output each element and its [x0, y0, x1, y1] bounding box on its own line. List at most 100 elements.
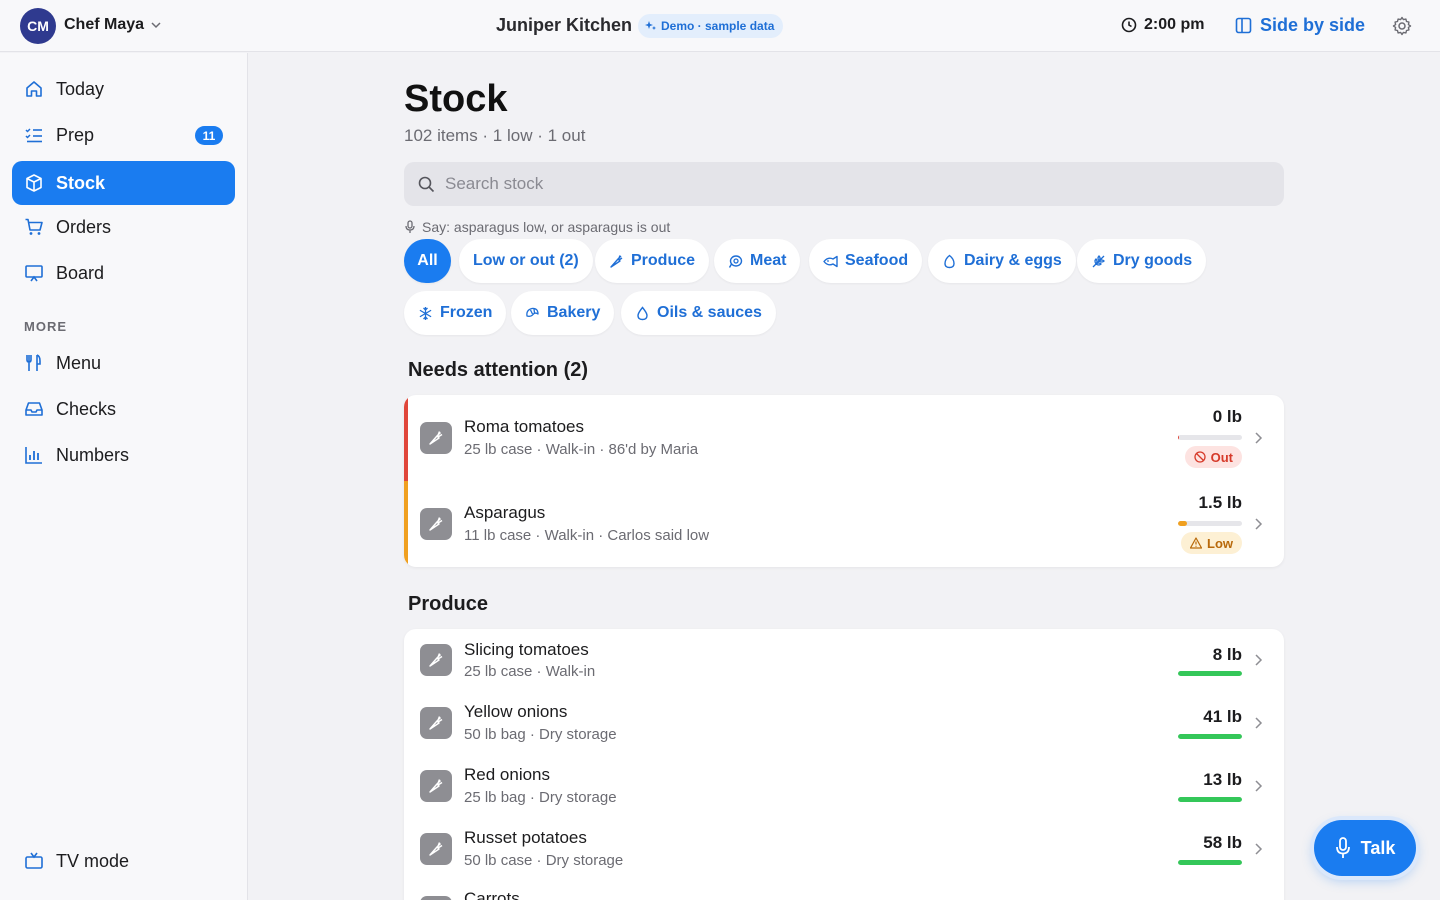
avatar[interactable]: CM [20, 8, 56, 44]
split-view-icon [1235, 17, 1252, 34]
sidebar-item-board[interactable]: Board [12, 251, 235, 295]
sidebar-item-stock[interactable]: Stock [12, 161, 235, 205]
item-meta: 50 lb case · Dry storage [464, 852, 624, 869]
gear-icon[interactable] [1392, 16, 1412, 36]
filter-bakery[interactable]: Bakery [511, 291, 615, 335]
stock-level-bar [1178, 435, 1242, 440]
filter-dry-goods[interactable]: Dry goods [1077, 239, 1207, 283]
filter-meat[interactable]: Meat [714, 239, 801, 283]
user-menu-button[interactable]: Chef Maya [64, 16, 162, 34]
item-name: Yellow onions [464, 702, 568, 721]
stock-level-bar [1178, 671, 1242, 676]
wheat-icon [1092, 254, 1105, 267]
filter-low-or-out[interactable]: Low or out (2) [459, 239, 593, 283]
stock-level-fill [1178, 521, 1187, 526]
meat-icon [728, 254, 743, 268]
chevron-right-icon [1255, 780, 1263, 792]
search-input[interactable] [445, 174, 1245, 194]
stock-row-yellow-onions[interactable]: Yellow onions 50 lb bag · Dry storage 41… [404, 692, 1284, 755]
sidebar-item-prep[interactable]: Prep 11 [12, 113, 235, 157]
stock-level-fill [1178, 734, 1242, 739]
item-name: Carrots [464, 889, 520, 900]
stock-row-russet-potatoes[interactable]: Russet potatoes 50 lb case · Dry storage… [404, 818, 1284, 881]
item-quantity: 8 lb [1212, 645, 1242, 664]
out-stripe [404, 395, 408, 481]
prep-count-badge: 11 [195, 126, 223, 145]
stock-row-asparagus[interactable]: Asparagus 11 lb case · Walk-in · Carlos … [404, 481, 1284, 567]
stock-row-red-onions[interactable]: Red onions 25 lb bag · Dry storage 13 lb [404, 755, 1284, 818]
item-meta: 25 lb case · Walk-in [464, 663, 596, 680]
item-name: Red onions [464, 765, 551, 784]
sidebar-item-orders[interactable]: Orders [12, 205, 235, 249]
chevron-right-icon [1255, 518, 1263, 530]
droplet-icon [637, 305, 648, 320]
demo-badge: Demo · sample data [638, 14, 784, 38]
carrot-icon [420, 422, 452, 454]
filter-oils-sauces[interactable]: Oils & sauces [621, 291, 776, 335]
low-stripe [404, 481, 408, 567]
app-title: Juniper Kitchen [496, 15, 633, 35]
produce-heading: Produce [408, 593, 489, 615]
search-bar [404, 162, 1284, 206]
sidebar-item-checks[interactable]: Checks [12, 387, 235, 431]
home-icon [26, 81, 42, 97]
page-title: Stock [404, 78, 508, 120]
clock: 2:00 pm [1121, 16, 1204, 34]
filter-produce[interactable]: Produce [595, 239, 710, 283]
chevron-right-icon [1255, 717, 1263, 729]
stock-row-roma-tomatoes[interactable]: Roma tomatoes 25 lb case · Walk-in · 86'… [404, 395, 1284, 481]
stock-level-bar [1178, 797, 1242, 802]
microphone-icon [405, 220, 415, 233]
voice-hint: Say: asparagus low, or asparagus is out [404, 219, 670, 235]
chevron-right-icon [1255, 654, 1263, 666]
warning-icon [1190, 537, 1202, 549]
item-meta: 25 lb bag · Dry storage [464, 789, 617, 806]
needs-attention-heading: Needs attention (2) [408, 359, 589, 381]
sidebar-item-today[interactable]: Today [12, 67, 235, 111]
carrot-icon [420, 896, 452, 900]
needs-attention-card: Roma tomatoes 25 lb case · Walk-in · 86'… [404, 395, 1284, 567]
filter-seafood[interactable]: Seafood [809, 239, 923, 283]
item-meta: 25 lb case · Walk-in · 86'd by Maria [464, 441, 699, 458]
page-subtitle: 102 items · 1 low · 1 out [404, 126, 586, 145]
carrot-icon [420, 770, 452, 802]
stock-level-bar [1178, 860, 1242, 865]
chevron-down-icon [151, 22, 161, 29]
egg-icon [944, 254, 955, 268]
sidebar-item-numbers[interactable]: Numbers [12, 433, 235, 477]
checklist-icon [25, 128, 42, 143]
stock-level-fill [1178, 671, 1242, 676]
talk-button[interactable]: Talk [1314, 820, 1416, 876]
chart-icon [25, 447, 42, 464]
carrot-icon [420, 508, 452, 540]
produce-card: Slicing tomatoes 25 lb case · Walk-in 8 … [404, 629, 1284, 900]
item-quantity: 41 lb [1203, 707, 1242, 726]
ban-icon [1193, 451, 1206, 463]
item-name: Roma tomatoes [464, 417, 584, 436]
carrot-icon [610, 254, 623, 268]
filter-dairy-eggs[interactable]: Dairy & eggs [928, 239, 1076, 283]
cart-icon [25, 218, 43, 235]
sidebar: Today Prep 11 Stock Orders Board MORE Me… [0, 53, 248, 900]
carrot-icon [420, 707, 452, 739]
filter-frozen[interactable]: Frozen [404, 291, 507, 335]
item-quantity: 58 lb [1203, 833, 1242, 852]
stock-level-bar [1178, 521, 1242, 526]
microphone-icon [1335, 837, 1350, 858]
search-icon [418, 176, 435, 192]
chevron-right-icon [1255, 843, 1263, 855]
side-by-side-button[interactable]: Side by side [1235, 15, 1365, 36]
chevron-right-icon [1255, 432, 1263, 444]
stock-row-carrots[interactable]: Carrots [404, 881, 1284, 900]
tv-mode-button[interactable]: TV mode [12, 839, 235, 883]
snowflake-icon [419, 306, 432, 320]
user-name: Chef Maya [64, 16, 145, 33]
item-meta: 50 lb bag · Dry storage [464, 726, 617, 743]
stock-row-slicing-tomatoes[interactable]: Slicing tomatoes 25 lb case · Walk-in 8 … [404, 629, 1284, 692]
filter-all[interactable]: All [404, 239, 451, 283]
item-name: Asparagus [464, 503, 546, 522]
sidebar-item-menu[interactable]: Menu [12, 341, 235, 385]
box-icon [26, 174, 42, 192]
monitor-icon [25, 265, 43, 282]
carrot-icon [420, 644, 452, 676]
